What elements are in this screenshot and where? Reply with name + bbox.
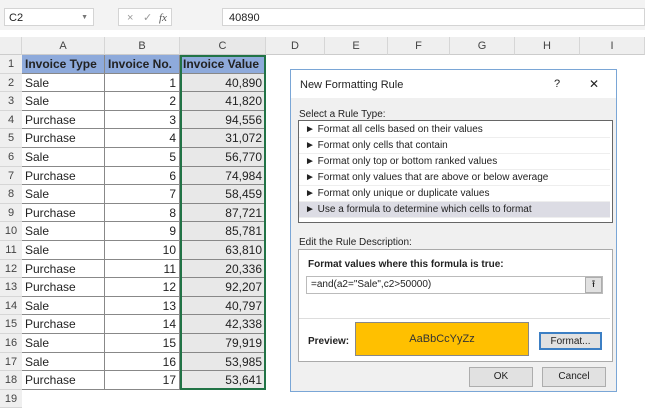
table-cell[interactable]: Purchase <box>22 278 105 297</box>
table-cell[interactable]: Purchase <box>22 166 105 186</box>
dialog-titlebar: New Formatting Rule ? ✕ <box>291 70 616 98</box>
table-cell[interactable]: 11 <box>105 259 180 279</box>
row-header[interactable]: 5 <box>0 129 22 148</box>
name-box-value: C2 <box>9 12 24 24</box>
table-cell[interactable]: Sale <box>22 222 105 241</box>
table-cell[interactable]: 10 <box>105 241 180 260</box>
row-header[interactable]: 8 <box>0 185 22 204</box>
row-header[interactable]: 19 <box>0 389 22 408</box>
formula-label: Format values where this formula is true… <box>308 259 504 270</box>
row-header[interactable]: 12 <box>0 259 22 279</box>
table-cell[interactable]: 6 <box>105 166 180 186</box>
table-cell[interactable]: 7 <box>105 185 180 204</box>
row-header[interactable]: 13 <box>0 278 22 297</box>
column-header-f[interactable]: F <box>388 37 450 55</box>
rule-description-panel: Format values where this formula is true… <box>298 249 613 362</box>
column-header-a[interactable]: A <box>22 37 105 55</box>
dialog-title: New Formatting Rule <box>300 79 404 91</box>
format-button[interactable]: Format... <box>539 332 602 350</box>
column-header-i[interactable]: I <box>580 37 645 55</box>
row-header[interactable]: 7 <box>0 166 22 186</box>
table-cell[interactable]: 8 <box>105 203 180 223</box>
column-header-h[interactable]: H <box>515 37 580 55</box>
divider <box>299 318 610 319</box>
column-header-c[interactable]: C <box>180 37 266 55</box>
table-cell[interactable]: 15 <box>105 334 180 353</box>
table-cell[interactable]: 16 <box>105 352 180 372</box>
cancel-button[interactable]: Cancel <box>542 367 606 387</box>
table-cell[interactable]: 14 <box>105 315 180 334</box>
preview-box: AaBbCcYyZz <box>355 322 529 356</box>
rule-type-item[interactable]: ► Format only top or bottom ranked value… <box>299 154 610 170</box>
row-header[interactable]: 17 <box>0 352 22 372</box>
table-cell[interactable]: Purchase <box>22 203 105 223</box>
new-formatting-rule-dialog: New Formatting Rule ? ✕ Select a Rule Ty… <box>290 69 617 392</box>
name-box[interactable]: C2 ▼ <box>4 8 94 26</box>
table-cell[interactable]: 9 <box>105 222 180 241</box>
close-button[interactable]: ✕ <box>589 77 599 91</box>
table-cell[interactable]: Sale <box>22 185 105 204</box>
rule-type-item[interactable]: ► Format only cells that contain <box>299 138 610 154</box>
cancel-icon[interactable]: × <box>127 9 133 27</box>
table-cell[interactable]: Purchase <box>22 371 105 390</box>
row-header[interactable]: 10 <box>0 222 22 241</box>
select-rule-type-label: Select a Rule Type: <box>299 109 386 120</box>
table-cell[interactable]: Sale <box>22 352 105 372</box>
row-header[interactable]: 14 <box>0 296 22 316</box>
column-header-g[interactable]: G <box>450 37 515 55</box>
rule-type-item[interactable]: ► Format all cells based on their values <box>299 122 610 138</box>
row-header[interactable]: 1 <box>0 55 22 74</box>
rule-type-item[interactable]: ► Format only values that are above or b… <box>299 170 610 186</box>
rule-type-item[interactable]: ► Use a formula to determine which cells… <box>299 202 610 218</box>
selection-range <box>180 55 266 390</box>
enter-icon[interactable]: ✓ <box>143 9 152 27</box>
formula-input-field[interactable]: =and(a2="Sale",c2>50000) <box>306 276 603 294</box>
table-cell[interactable]: Sale <box>22 92 105 111</box>
table-cell[interactable]: Sale <box>22 148 105 167</box>
select-all-corner[interactable] <box>0 37 22 55</box>
table-cell[interactable]: Sale <box>22 241 105 260</box>
table-cell[interactable]: Sale <box>22 296 105 316</box>
header-cell[interactable]: Invoice No. <box>105 55 180 74</box>
table-cell[interactable]: Sale <box>22 73 105 93</box>
edit-rule-label: Edit the Rule Description: <box>299 237 412 248</box>
table-cell[interactable]: 3 <box>105 110 180 130</box>
column-header-d[interactable]: D <box>266 37 325 55</box>
fx-icon[interactable]: fx <box>159 9 167 27</box>
table-cell[interactable]: Purchase <box>22 259 105 279</box>
preview-label: Preview: <box>308 336 350 347</box>
formula-input[interactable]: 40890 <box>222 8 645 26</box>
row-header[interactable]: 2 <box>0 73 22 93</box>
table-cell[interactable]: 5 <box>105 148 180 167</box>
table-cell[interactable]: Purchase <box>22 315 105 334</box>
formula-value: =and(a2="Sale",c2>50000) <box>311 279 432 290</box>
table-cell[interactable]: 2 <box>105 92 180 111</box>
row-header[interactable]: 11 <box>0 241 22 260</box>
row-header[interactable]: 16 <box>0 334 22 353</box>
row-header[interactable]: 6 <box>0 148 22 167</box>
rule-type-item[interactable]: ► Format only unique or duplicate values <box>299 186 610 202</box>
table-cell[interactable]: Purchase <box>22 129 105 148</box>
column-header-b[interactable]: B <box>105 37 180 55</box>
row-header[interactable]: 15 <box>0 315 22 334</box>
row-header[interactable]: 9 <box>0 203 22 223</box>
collapse-dialog-icon[interactable]: ⭱ <box>585 277 602 293</box>
row-header[interactable]: 3 <box>0 92 22 111</box>
row-header[interactable]: 4 <box>0 110 22 130</box>
table-cell[interactable]: 13 <box>105 296 180 316</box>
header-cell[interactable]: Invoice Type <box>22 55 105 74</box>
table-cell[interactable]: Sale <box>22 334 105 353</box>
chevron-down-icon[interactable]: ▼ <box>81 9 88 27</box>
formula-buttons: × ✓ fx <box>118 8 172 26</box>
table-cell[interactable]: Purchase <box>22 110 105 130</box>
formula-bar: C2 ▼ × ✓ fx 40890 <box>0 0 645 30</box>
table-cell[interactable]: 17 <box>105 371 180 390</box>
column-header-e[interactable]: E <box>325 37 388 55</box>
row-header[interactable]: 18 <box>0 371 22 390</box>
table-cell[interactable]: 4 <box>105 129 180 148</box>
ok-button[interactable]: OK <box>469 367 533 387</box>
table-cell[interactable]: 1 <box>105 73 180 93</box>
help-button[interactable]: ? <box>554 78 560 90</box>
table-cell[interactable]: 12 <box>105 278 180 297</box>
